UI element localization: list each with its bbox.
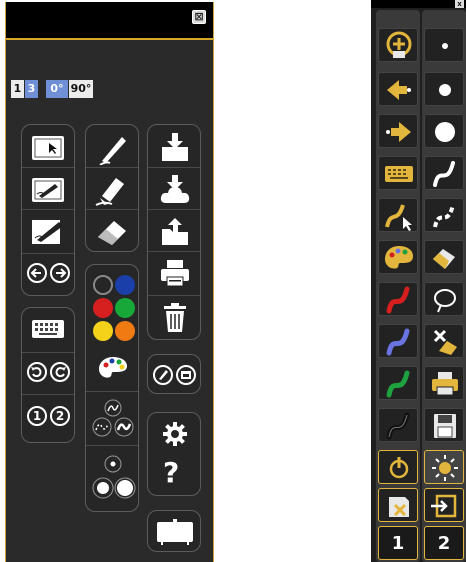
orange-color-swatch[interactable] bbox=[115, 321, 135, 341]
dashed-line-icon[interactable] bbox=[424, 198, 464, 232]
print-icon[interactable] bbox=[424, 366, 464, 400]
dashed-line-style-icon[interactable] bbox=[92, 417, 112, 437]
thick-line-style-icon[interactable] bbox=[114, 417, 134, 437]
board-view-group bbox=[147, 510, 201, 552]
left-title-bar[interactable] bbox=[6, 2, 213, 40]
page-one-button[interactable]: 1 bbox=[27, 406, 47, 426]
rotation-90-toggle[interactable]: 90° bbox=[69, 80, 93, 98]
pen-select-icon[interactable] bbox=[378, 198, 418, 232]
black-ink-icon[interactable] bbox=[378, 408, 418, 442]
annotate-mode-icon[interactable] bbox=[31, 218, 65, 246]
import-tray-icon[interactable] bbox=[160, 131, 190, 163]
red-ink-icon[interactable] bbox=[378, 282, 418, 316]
right-column-a: 1 bbox=[376, 10, 420, 562]
delete-selection-icon[interactable] bbox=[424, 324, 464, 358]
extras-group bbox=[147, 354, 201, 394]
page-1-toggle[interactable]: 1 bbox=[11, 80, 24, 98]
small-dot-size-icon[interactable] bbox=[104, 455, 122, 473]
open-folder-icon[interactable] bbox=[160, 215, 190, 247]
color-style-group bbox=[85, 264, 139, 512]
clear-page-icon[interactable] bbox=[378, 488, 418, 522]
keyboard-icon[interactable] bbox=[378, 156, 418, 190]
move-left-icon[interactable] bbox=[378, 72, 418, 106]
blue-color-swatch[interactable] bbox=[115, 275, 135, 295]
rocket-icon[interactable] bbox=[153, 365, 173, 385]
color-palette-icon[interactable] bbox=[98, 355, 128, 381]
file-actions-group bbox=[147, 124, 201, 340]
print-icon[interactable] bbox=[160, 259, 190, 287]
save-icon[interactable] bbox=[424, 408, 464, 442]
power-icon[interactable] bbox=[378, 450, 418, 484]
thin-line-style-icon[interactable] bbox=[104, 399, 122, 417]
cloud-download-icon[interactable] bbox=[160, 173, 190, 205]
small-dot-icon[interactable] bbox=[424, 28, 464, 62]
highlighter-icon[interactable] bbox=[94, 172, 130, 206]
whiteboard-pen-mode-icon[interactable] bbox=[31, 176, 65, 204]
brightness-icon[interactable] bbox=[424, 450, 464, 484]
large-dot-icon[interactable] bbox=[424, 114, 464, 148]
pointer-mode-icon[interactable] bbox=[31, 134, 65, 162]
medium-dot-icon[interactable] bbox=[424, 72, 464, 106]
gear-icon[interactable] bbox=[162, 421, 188, 447]
right-column-b: 2 bbox=[422, 10, 466, 562]
green-color-swatch[interactable] bbox=[115, 298, 135, 318]
green-ink-icon[interactable] bbox=[378, 366, 418, 400]
settings-group: ? bbox=[147, 412, 201, 496]
red-color-swatch[interactable] bbox=[93, 298, 113, 318]
exit-icon[interactable] bbox=[424, 488, 464, 522]
next-page-icon[interactable] bbox=[50, 263, 70, 283]
previous-page-icon[interactable] bbox=[27, 263, 47, 283]
page-2-button[interactable]: 2 bbox=[424, 526, 464, 560]
trash-icon[interactable] bbox=[162, 303, 188, 333]
rotation-0-toggle[interactable]: 0° bbox=[46, 80, 68, 98]
right-title-bar[interactable] bbox=[371, 0, 466, 8]
lasso-icon[interactable] bbox=[424, 282, 464, 316]
yellow-color-swatch[interactable] bbox=[93, 321, 113, 341]
left-toolbar-window: ⊠ 1 3 0° 90° 1 2 ? bbox=[5, 2, 214, 562]
page-two-button[interactable]: 2 bbox=[50, 406, 70, 426]
page-1-button[interactable]: 1 bbox=[378, 526, 418, 560]
medium-dot-size-icon[interactable] bbox=[92, 477, 114, 499]
help-icon[interactable]: ? bbox=[163, 457, 179, 489]
black-color-swatch[interactable] bbox=[93, 275, 113, 295]
blue-ink-icon[interactable] bbox=[378, 324, 418, 358]
close-icon[interactable]: x bbox=[455, 0, 464, 8]
palette-icon[interactable] bbox=[378, 240, 418, 274]
move-right-icon[interactable] bbox=[378, 114, 418, 148]
redo-icon[interactable] bbox=[50, 362, 70, 382]
edit-group: 1 2 bbox=[21, 307, 75, 443]
keyboard-icon[interactable] bbox=[32, 320, 64, 338]
page-3-toggle[interactable]: 3 bbox=[25, 80, 38, 98]
close-icon[interactable]: ⊠ bbox=[192, 10, 206, 24]
board-mode-group bbox=[21, 124, 75, 296]
board-view-icon[interactable] bbox=[156, 519, 194, 545]
eraser-icon[interactable] bbox=[424, 240, 464, 274]
large-dot-size-icon[interactable] bbox=[114, 477, 136, 499]
undo-icon[interactable] bbox=[27, 362, 47, 382]
ink-tool-group bbox=[85, 124, 139, 252]
eraser-icon[interactable] bbox=[94, 215, 130, 245]
pen-icon[interactable] bbox=[96, 131, 130, 165]
screen-capture-icon[interactable] bbox=[176, 365, 196, 385]
zoom-tool-icon[interactable] bbox=[378, 28, 418, 62]
solid-line-icon[interactable] bbox=[424, 156, 464, 190]
